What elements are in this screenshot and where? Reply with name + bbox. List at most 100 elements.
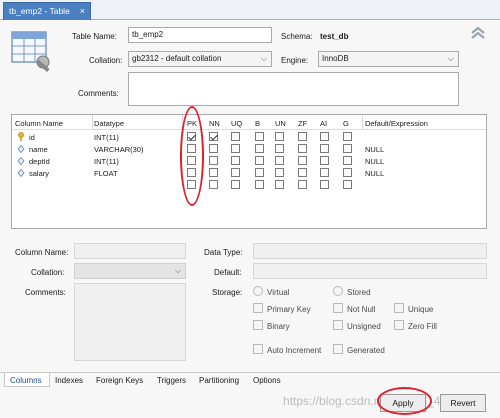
column-header-uq[interactable]: UQ [231,119,242,128]
flag-checkbox[interactable] [255,180,264,189]
flag-checkbox[interactable] [275,132,284,141]
unique-checkbox[interactable] [394,303,404,313]
flag-checkbox[interactable] [231,144,240,153]
default-cell[interactable]: NULL [365,145,384,154]
table-row[interactable]: id INT(11) [12,131,486,143]
detail-collation-select[interactable]: ⌵ [74,263,186,279]
datatype-cell[interactable]: INT(11) [94,157,119,166]
collation-label: Collation: [89,56,123,65]
flag-checkbox[interactable] [231,180,240,189]
table-row[interactable]: name VARCHAR(30) NULL [12,143,486,155]
flag-checkbox[interactable] [298,156,307,165]
column-header-name[interactable]: Column Name [15,119,63,128]
tab-options[interactable]: Options [253,376,281,385]
default-cell[interactable]: NULL [365,157,384,166]
column-name-cell[interactable]: name [29,145,48,154]
key-icon [17,132,25,142]
stored-label: Stored [347,288,371,297]
flag-checkbox[interactable] [320,144,329,153]
revert-button[interactable]: Revert [440,394,486,412]
column-header-nn[interactable]: NN [209,119,220,128]
datatype-cell[interactable]: INT(11) [94,133,119,142]
tab-foreign-keys[interactable]: Foreign Keys [96,376,143,385]
flag-checkbox[interactable] [320,132,329,141]
table-name-input[interactable]: tb_emp2 [128,27,272,43]
datatype-cell[interactable]: VARCHAR(30) [94,145,143,154]
default-input[interactable] [253,263,487,279]
flag-checkbox[interactable] [298,144,307,153]
flag-checkbox[interactable] [343,156,352,165]
flag-checkbox[interactable] [298,132,307,141]
flag-checkbox[interactable] [320,168,329,177]
flag-checkbox[interactable] [255,168,264,177]
virtual-radio[interactable] [253,286,263,296]
diamond-icon [17,168,25,178]
flag-checkbox[interactable] [209,168,218,177]
table-row[interactable]: salary FLOAT NULL [12,167,486,179]
chevron-down-icon: ⌵ [174,266,181,275]
flag-checkbox[interactable] [343,144,352,153]
flag-checkbox[interactable] [275,180,284,189]
comments-textarea[interactable] [128,72,459,106]
column-header-b[interactable]: B [255,119,260,128]
unsigned-checkbox[interactable] [333,320,343,330]
generated-checkbox[interactable] [333,344,343,354]
tab-columns[interactable]: Columns [10,376,42,385]
flag-checkbox[interactable] [209,156,218,165]
column-header-ai[interactable]: AI [320,119,327,128]
flag-checkbox[interactable] [209,132,218,141]
auto-increment-label: Auto Increment [267,346,322,355]
tab-partitioning[interactable]: Partitioning [199,376,239,385]
column-name-cell[interactable]: salary [29,169,49,178]
flag-checkbox[interactable] [343,180,352,189]
flag-checkbox[interactable] [231,156,240,165]
column-name-cell[interactable]: id [29,133,35,142]
flag-checkbox[interactable] [275,168,284,177]
not-null-checkbox[interactable] [333,303,343,313]
flag-checkbox[interactable] [298,180,307,189]
generated-label: Generated [347,346,385,355]
flag-checkbox[interactable] [343,168,352,177]
flag-checkbox[interactable] [298,168,307,177]
primary-key-checkbox[interactable] [253,303,263,313]
table-row[interactable]: deptId INT(11) NULL [12,155,486,167]
zero-fill-checkbox[interactable] [394,320,404,330]
comments-label: Comments: [78,89,119,98]
engine-select[interactable]: InnoDB ⌵ [318,51,459,67]
column-header-zf[interactable]: ZF [298,119,307,128]
flag-checkbox[interactable] [231,168,240,177]
tab-indexes[interactable]: Indexes [55,376,83,385]
flag-checkbox[interactable] [275,156,284,165]
column-header-un[interactable]: UN [275,119,286,128]
flag-checkbox[interactable] [255,132,264,141]
default-cell[interactable]: NULL [365,169,384,178]
column-header-datatype[interactable]: Datatype [94,119,124,128]
column-name-input[interactable] [74,243,186,259]
collation-select[interactable]: gb2312 - default collation ⌵ [128,51,272,67]
table-row[interactable] [12,179,486,191]
datatype-cell[interactable]: FLOAT [94,169,118,178]
flag-checkbox[interactable] [343,132,352,141]
flag-checkbox[interactable] [231,132,240,141]
document-tab-bar: tb_emp2 - Table × [0,0,500,20]
collapse-chevron-icon[interactable] [470,25,486,41]
column-header-default[interactable]: Default/Expression [365,119,428,128]
schema-value: test_db [320,32,349,41]
table-editor-tab[interactable]: tb_emp2 - Table × [3,2,91,20]
stored-radio[interactable] [333,286,343,296]
flag-checkbox[interactable] [255,144,264,153]
column-header-g[interactable]: G [343,119,349,128]
flag-checkbox[interactable] [209,180,218,189]
flag-checkbox[interactable] [275,144,284,153]
flag-checkbox[interactable] [209,144,218,153]
close-icon[interactable]: × [80,3,85,20]
flag-checkbox[interactable] [255,156,264,165]
binary-checkbox[interactable] [253,320,263,330]
detail-comments-textarea[interactable] [74,283,186,361]
flag-checkbox[interactable] [320,180,329,189]
tab-triggers[interactable]: Triggers [157,376,186,385]
auto-increment-checkbox[interactable] [253,344,263,354]
column-name-cell[interactable]: deptId [29,157,50,166]
flag-checkbox[interactable] [320,156,329,165]
data-type-input[interactable] [253,243,487,259]
